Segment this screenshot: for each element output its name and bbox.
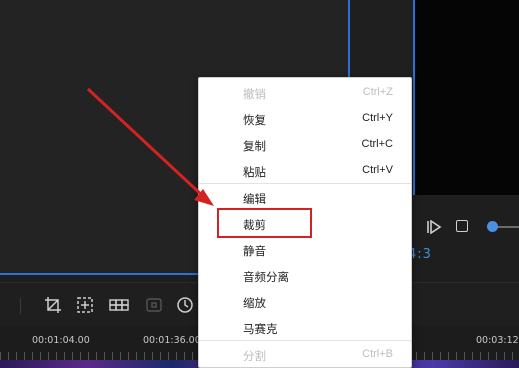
annotation-arrow — [86, 87, 214, 206]
